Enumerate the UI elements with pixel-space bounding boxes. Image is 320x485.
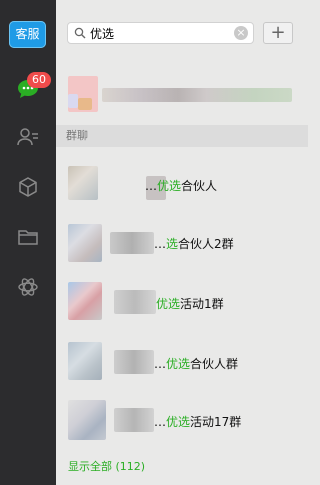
app-logo[interactable]: 客服 <box>9 21 46 48</box>
show-all-link[interactable]: 显示全部 (112) <box>68 458 145 474</box>
group-section-header: 群聊 <box>56 125 308 147</box>
nav-miniprogram[interactable] <box>0 167 56 207</box>
cube-icon <box>19 177 37 197</box>
group-name: …优选合伙人 <box>145 179 218 193</box>
unread-badge: 60 <box>27 72 51 88</box>
group-avatar <box>68 400 106 440</box>
nav-files[interactable] <box>0 217 56 257</box>
avatar <box>68 76 102 114</box>
search-box[interactable]: × <box>67 22 254 44</box>
group-result[interactable]: …选合伙人2群 <box>56 218 308 276</box>
clear-search-button[interactable]: × <box>234 26 248 40</box>
search-bar: × + <box>56 0 308 60</box>
redacted-name <box>102 88 292 102</box>
group-avatar <box>68 166 102 204</box>
group-avatar <box>68 224 102 262</box>
group-name: 优选活动1群 <box>156 297 224 311</box>
redacted-name <box>114 290 156 314</box>
add-button[interactable]: + <box>263 22 293 44</box>
group-result[interactable]: …优选合伙人 <box>56 160 308 218</box>
group-result[interactable]: …优选活动17群 <box>56 394 308 452</box>
contacts-icon <box>17 128 38 146</box>
nav-chat[interactable]: 60 <box>0 69 56 109</box>
redacted-name <box>114 350 154 374</box>
nav-settings[interactable] <box>0 267 56 307</box>
group-name: …选合伙人2群 <box>154 237 234 251</box>
search-input[interactable] <box>90 24 230 42</box>
folder-icon <box>18 230 38 245</box>
search-icon <box>74 27 86 39</box>
group-result[interactable]: …优选合伙人群 <box>56 336 308 394</box>
redacted-name <box>110 232 154 254</box>
search-results-panel: × + 群聊 …优选合伙人 …选合伙人2群 <box>56 0 308 485</box>
settings-icon <box>18 278 38 296</box>
nav-sidebar: 客服 60 <box>0 0 56 485</box>
group-name: …优选合伙人群 <box>154 357 239 371</box>
group-avatar <box>68 282 102 320</box>
nav-contacts[interactable] <box>0 117 56 157</box>
group-result[interactable]: 优选活动1群 <box>56 276 308 334</box>
contact-result[interactable] <box>56 70 308 120</box>
group-avatar <box>68 342 102 380</box>
redacted-name <box>114 408 154 432</box>
group-name: …优选活动17群 <box>154 415 242 429</box>
